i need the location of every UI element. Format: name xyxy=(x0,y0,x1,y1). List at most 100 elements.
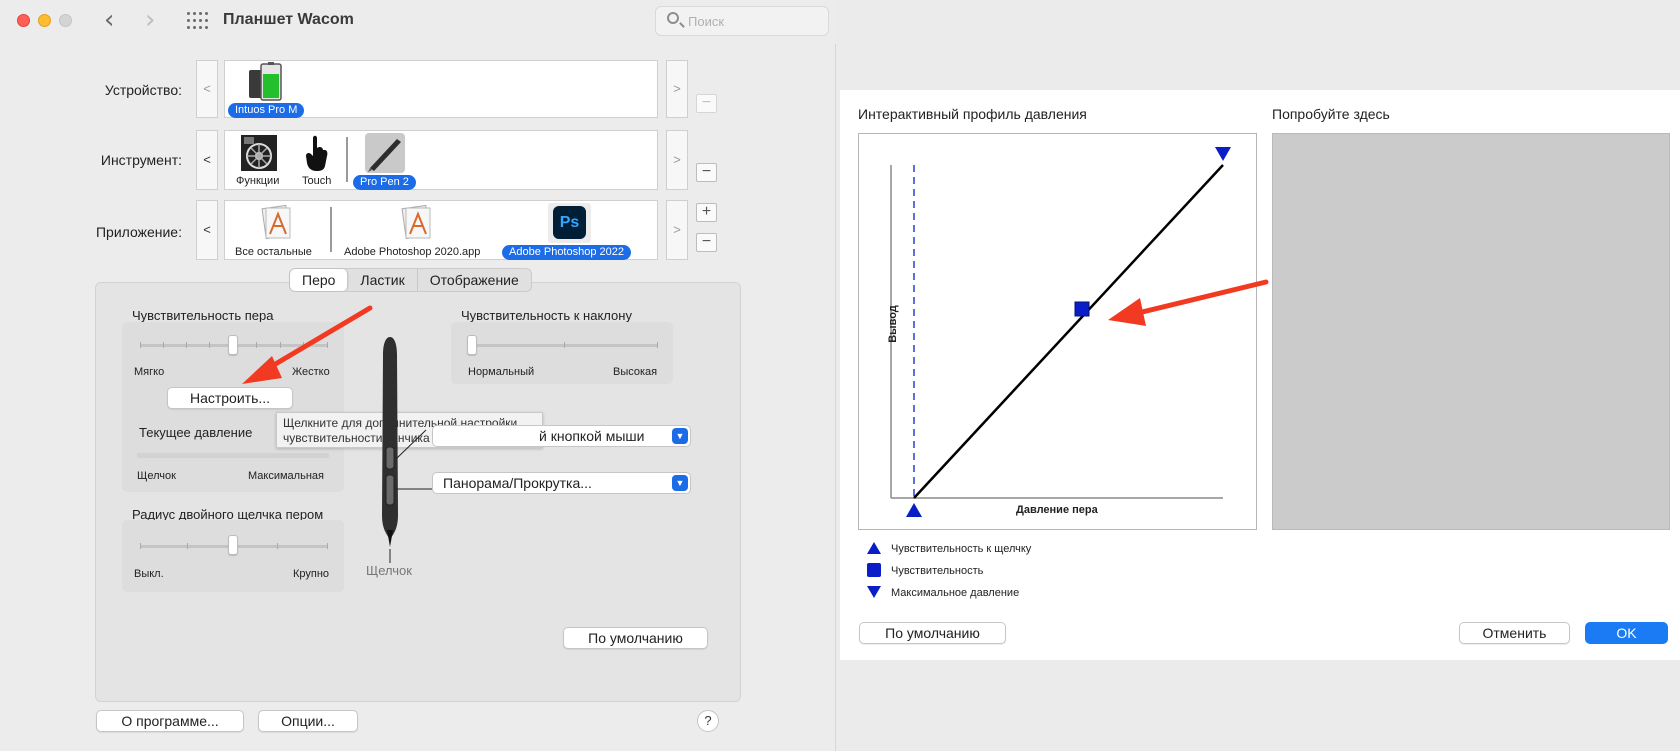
pressure-profile-title: Интерактивный профиль давления xyxy=(858,106,1087,122)
annotation-arrow xyxy=(1108,279,1269,326)
tick xyxy=(163,342,164,348)
pen-tip-label: Щелчок xyxy=(366,563,412,578)
tick xyxy=(657,342,658,348)
options-button[interactable]: Опции... xyxy=(258,710,358,732)
tick xyxy=(187,543,188,549)
tool-row-label: Инструмент: xyxy=(100,152,182,168)
tick xyxy=(140,543,141,549)
pro-pen-2-icon[interactable] xyxy=(364,132,406,174)
tick xyxy=(186,342,187,348)
annotation-arrow xyxy=(242,305,373,384)
close-window-button[interactable] xyxy=(17,14,30,27)
tab-pen[interactable]: Перо xyxy=(290,269,349,291)
tilt-sensitivity-slider-knob[interactable] xyxy=(467,335,477,355)
remove-device-button[interactable]: − xyxy=(696,94,717,113)
app-all-others-label[interactable]: Все остальные xyxy=(235,246,312,258)
show-all-grid-icon[interactable] xyxy=(187,12,208,30)
tool-strip xyxy=(224,130,658,190)
photoshop-2020-app-icon[interactable] xyxy=(398,204,434,240)
touch-hand-icon[interactable] xyxy=(303,134,329,172)
pen-default-button[interactable]: По умолчанию xyxy=(563,627,708,649)
device-prev-button[interactable]: < xyxy=(196,60,218,118)
legend-max-pressure: Максимальное давление xyxy=(891,587,1020,599)
tilt-sensitivity-min-label: Нормальный xyxy=(468,366,535,378)
back-arrow-icon[interactable]: ‹ xyxy=(104,6,114,34)
legend-click-sensitivity: Чувствительность к щелчку xyxy=(891,543,1032,555)
help-button[interactable]: ? xyxy=(697,710,719,732)
photoshop-2022-tile[interactable]: Ps xyxy=(548,203,591,243)
photoshop-ps-icon: Ps xyxy=(553,206,586,239)
chevron-down-icon: ▼ xyxy=(672,475,688,491)
tool-touch-label[interactable]: Touch xyxy=(302,175,331,187)
upper-button-popup[interactable]: й кнопкой мыши ▼ xyxy=(432,425,691,447)
zoom-window-button[interactable] xyxy=(59,14,72,27)
application-prev-button[interactable]: < xyxy=(196,200,218,260)
titlebar: ‹ › Планшет Wacom Поиск xyxy=(0,0,836,44)
current-pressure-max-label: Максимальная xyxy=(248,470,324,482)
tab-mapping[interactable]: Отображение xyxy=(418,269,531,291)
tilt-sensitivity-title: Чувствительность к наклону xyxy=(461,308,632,323)
chart-x-label: Давление пера xyxy=(1016,504,1098,516)
square-icon xyxy=(867,563,881,577)
current-pressure-bar xyxy=(137,453,329,458)
remove-application-button[interactable]: − xyxy=(696,233,717,252)
wacom-preferences-window: ‹ › Планшет Wacom Поиск Устройство: < In… xyxy=(0,0,836,751)
all-other-apps-icon[interactable] xyxy=(258,204,294,240)
chevron-down-icon: ▼ xyxy=(672,428,688,444)
pen-illustration xyxy=(382,337,432,563)
tool-next-button[interactable]: > xyxy=(666,130,688,190)
device-next-button[interactable]: > xyxy=(666,60,688,118)
lower-button-value: Панорама/Прокрутка... xyxy=(443,475,592,491)
ok-button[interactable]: OK xyxy=(1585,622,1668,644)
app-photoshop-2022[interactable]: Adobe Photoshop 2022 xyxy=(502,245,631,260)
about-button[interactable]: О программе... xyxy=(96,710,244,732)
device-intuos-pro-m[interactable]: Intuos Pro M xyxy=(228,103,305,118)
upper-button-value: й кнопкой мыши xyxy=(539,428,645,444)
tick xyxy=(209,342,210,348)
tab-eraser[interactable]: Ластик xyxy=(348,269,418,291)
profile-default-button[interactable]: По умолчанию xyxy=(859,622,1006,644)
triangle-up-icon xyxy=(867,542,881,554)
current-pressure-min-label: Щелчок xyxy=(137,470,176,482)
app-photoshop-2020-label[interactable]: Adobe Photoshop 2020.app xyxy=(344,246,480,258)
pen-sensitivity-min-label: Мягко xyxy=(134,366,165,378)
double-click-radius-min-label: Выкл. xyxy=(134,568,164,580)
app-separator xyxy=(330,207,332,252)
double-click-radius-slider-knob[interactable] xyxy=(228,535,238,555)
settings-tab-bar: Перо Ластик Отображение xyxy=(289,268,532,292)
cancel-button[interactable]: Отменить xyxy=(1459,622,1570,644)
double-click-radius-box xyxy=(122,520,344,592)
remove-tool-button[interactable]: − xyxy=(696,163,717,182)
add-application-button[interactable]: + xyxy=(696,203,717,222)
try-here-title: Попробуйте здесь xyxy=(1272,106,1390,122)
application-next-button[interactable]: > xyxy=(666,200,688,260)
tick xyxy=(327,543,328,549)
window-title: Планшет Wacom xyxy=(223,11,354,28)
double-click-radius-max-label: Крупно xyxy=(293,568,330,580)
tick xyxy=(277,543,278,549)
minimize-window-button[interactable] xyxy=(38,14,51,27)
tool-separator xyxy=(346,137,348,182)
application-row-label: Приложение: xyxy=(95,224,182,240)
sensitivity-marker[interactable] xyxy=(1074,301,1090,317)
search-placeholder: Поиск xyxy=(688,14,725,29)
triangle-down-icon xyxy=(867,586,881,598)
try-here-area[interactable] xyxy=(1272,133,1670,530)
tick xyxy=(140,342,141,348)
current-pressure-title: Текущее давление xyxy=(139,425,253,440)
search-field[interactable]: Поиск xyxy=(655,6,829,36)
tick xyxy=(564,342,565,348)
tablet-battery-icon[interactable] xyxy=(247,62,285,102)
tilt-sensitivity-max-label: Высокая xyxy=(613,366,658,378)
customize-button[interactable]: Настроить... xyxy=(167,387,293,409)
tool-functions-label[interactable]: Функции xyxy=(236,175,279,187)
tool-pro-pen-2[interactable]: Pro Pen 2 xyxy=(353,175,416,190)
chart-y-label: Вывод xyxy=(886,305,899,343)
tool-prev-button[interactable]: < xyxy=(196,130,218,190)
legend-sensitivity: Чувствительность xyxy=(891,565,984,577)
forward-arrow-icon[interactable]: › xyxy=(145,6,155,34)
functions-tool-icon[interactable] xyxy=(240,134,278,172)
search-icon xyxy=(667,12,679,24)
device-row-label: Устройство: xyxy=(104,82,182,98)
lower-button-popup[interactable]: Панорама/Прокрутка... ▼ xyxy=(432,472,691,494)
